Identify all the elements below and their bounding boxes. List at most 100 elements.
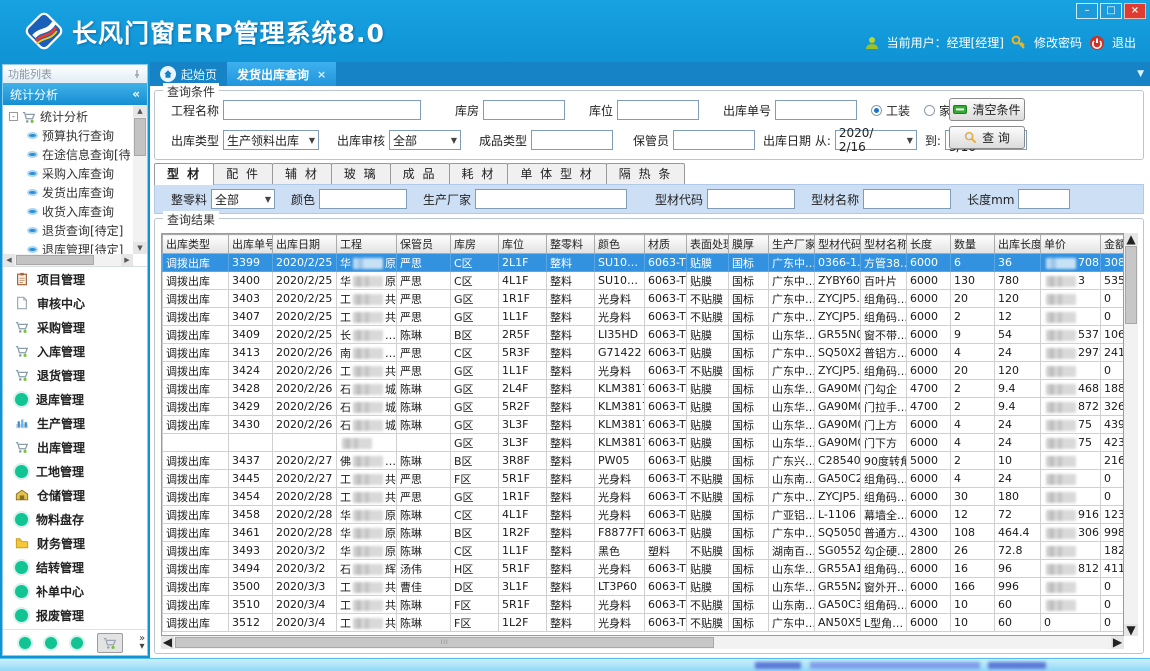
sidebar-module[interactable]: 结转管理 xyxy=(3,555,147,579)
table-row[interactable]: 调拨出库34092020/2/25长…陈琳B区2R5F整料LI35HD6063-… xyxy=(163,326,1125,344)
scroll-left-icon[interactable]: ◀ xyxy=(161,636,174,649)
statistics-module-button[interactable] xyxy=(97,633,123,653)
grid-vertical-scrollbar[interactable]: ▲ ▼ xyxy=(1124,233,1138,636)
warehouse-input[interactable] xyxy=(483,100,565,120)
section-header-statistics[interactable]: 统计分析 « xyxy=(3,83,147,105)
column-header[interactable]: 数量 xyxy=(951,235,995,254)
sidebar-module[interactable]: 工地管理 xyxy=(3,459,147,483)
column-header[interactable]: 单价 xyxy=(1041,235,1101,254)
column-header[interactable]: 保管员 xyxy=(397,235,451,254)
sidebar-module[interactable]: 项目管理 xyxy=(3,267,147,291)
sidebar-module[interactable]: 报废管理 xyxy=(3,603,147,627)
tree-item[interactable]: 退库管理[待定] xyxy=(3,240,133,254)
column-header[interactable]: 膜厚 xyxy=(729,235,769,254)
material-tab[interactable]: 单 体 型 材 xyxy=(507,163,606,184)
scrollbar-thumb[interactable] xyxy=(1125,246,1137,324)
scroll-right-icon[interactable]: ▶ xyxy=(121,254,133,266)
project-name-input[interactable] xyxy=(223,100,421,120)
module-dot-icon[interactable] xyxy=(19,637,31,649)
column-header[interactable]: 工程 xyxy=(337,235,397,254)
table-row[interactable]: 调拨出库34242020/2/26工共工程严思G区1L1F整料光身料6063-T… xyxy=(163,362,1125,380)
scrollbar-thumb[interactable] xyxy=(134,118,146,156)
tree-vertical-scrollbar[interactable]: ▲ ▼ xyxy=(133,105,147,254)
table-row[interactable]: 调拨出库34452020/2/27工共工程严思F区5R1F整料光身料6063-T… xyxy=(163,470,1125,488)
table-row[interactable]: 调拨出库34932020/3/2华原…陈琳C区1L1F整料黑色塑料不贴膜国标湖南… xyxy=(163,542,1125,560)
scroll-down-icon[interactable]: ▼ xyxy=(133,242,147,254)
column-header[interactable]: 生产厂家 xyxy=(769,235,815,254)
column-header[interactable]: 表面处理 xyxy=(687,235,729,254)
column-header[interactable]: 长度 xyxy=(907,235,951,254)
column-header[interactable]: 库位 xyxy=(499,235,547,254)
tab-list-dropdown-icon[interactable]: ▼ xyxy=(1137,69,1144,79)
module-dot-icon[interactable] xyxy=(71,637,83,649)
table-row[interactable]: 调拨出库34942020/3/2石辉城汤伟H区5R1F整料光身料6063-T5贴… xyxy=(163,560,1125,578)
table-row[interactable]: 调拨出库34372020/2/27佛…陈琳B区3R8F整料PW056063-T5… xyxy=(163,452,1125,470)
logout-link[interactable]: 退出 xyxy=(1112,34,1136,51)
grid-horizontal-scrollbar[interactable]: ◀ III ▶ xyxy=(161,636,1124,649)
column-header[interactable]: 型材名称 xyxy=(861,235,907,254)
column-header[interactable]: 型材代码 xyxy=(815,235,861,254)
column-header[interactable]: 整零料 xyxy=(547,235,595,254)
clear-conditions-button[interactable]: 清空条件 xyxy=(949,98,1025,121)
sidebar-module[interactable]: 补单中心 xyxy=(3,579,147,603)
column-header[interactable]: 出库类型 xyxy=(163,235,229,254)
keeper-input[interactable] xyxy=(673,130,755,150)
column-header[interactable]: 颜色 xyxy=(595,235,645,254)
material-tab[interactable]: 辅 材 xyxy=(272,163,332,184)
tree-expander-icon[interactable]: - xyxy=(9,112,18,121)
material-tab[interactable]: 配 件 xyxy=(213,163,273,184)
manufacturer-input[interactable] xyxy=(475,189,627,209)
pin-icon[interactable] xyxy=(132,69,142,79)
material-tab[interactable]: 型 材 xyxy=(154,163,214,185)
collapse-icon[interactable]: « xyxy=(132,87,140,101)
scroll-down-icon[interactable]: ▼ xyxy=(1124,624,1138,636)
location-input[interactable] xyxy=(617,100,699,120)
table-row[interactable]: 调拨出库34032020/2/25工共工程严思G区1R1F整料光身料6063-T… xyxy=(163,290,1125,308)
profile-code-input[interactable] xyxy=(707,189,795,209)
table-row[interactable]: 调拨出库34282020/2/26石城陈琳G区2L4F整料KLM38176063… xyxy=(163,380,1125,398)
table-row[interactable]: 调拨出库34582020/2/28华原…陈琳C区4L1F整料光身料6063-T5… xyxy=(163,506,1125,524)
table-row[interactable]: 调拨出库34132020/2/26南…严思C区5R3F整料G714226063-… xyxy=(163,344,1125,362)
tree-item[interactable]: 发货出库查询 xyxy=(3,183,133,202)
scroll-left-icon[interactable]: ◀ xyxy=(3,254,15,266)
product-type-input[interactable] xyxy=(531,130,613,150)
table-row[interactable]: 调拨出库33992020/2/25华原…严思C区2L1F整料SU10…6063-… xyxy=(163,254,1125,272)
more-modules-button[interactable]: »▾ xyxy=(139,635,145,651)
date-from-select[interactable]: 2020/ 2/16▼ xyxy=(835,130,917,150)
module-dot-icon[interactable] xyxy=(45,637,57,649)
table-row[interactable]: 调拨出库34302020/2/26石城陈琳G区3L3F整料KLM38176063… xyxy=(163,416,1125,434)
column-header[interactable]: 金额 xyxy=(1101,235,1125,254)
scroll-up-icon[interactable]: ▲ xyxy=(1124,233,1138,245)
profile-name-input[interactable] xyxy=(863,189,951,209)
table-row[interactable]: 调拨出库34002020/2/25华原…严思C区4L1F整料SU10…6063-… xyxy=(163,272,1125,290)
length-input[interactable] xyxy=(1018,189,1070,209)
column-header[interactable]: 出库单号 xyxy=(229,235,273,254)
outbound-type-select[interactable]: 生产领料出库▼ xyxy=(223,130,319,150)
change-password-link[interactable]: 修改密码 xyxy=(1034,34,1082,51)
minimize-button[interactable]: – xyxy=(1076,3,1098,19)
search-button[interactable]: 查 询 xyxy=(949,126,1025,149)
scrollbar-thumb[interactable] xyxy=(16,255,94,265)
tree-item[interactable]: 预算执行查询 xyxy=(3,126,133,145)
table-row[interactable]: 调拨出库34072020/2/25工共工程严思G区1L1F整料光身料6063-T… xyxy=(163,308,1125,326)
sidebar-module[interactable]: 采购管理 xyxy=(3,315,147,339)
column-header[interactable]: 材质 xyxy=(645,235,687,254)
tree-item[interactable]: 收货入库查询 xyxy=(3,202,133,221)
table-row[interactable]: 调拨出库34612020/2/28华原…陈琳B区1R2F整料F8877FT606… xyxy=(163,524,1125,542)
table-row[interactable]: G区3L3F整料KLM38176063-T5贴膜国标山东华…GA90M09…门下… xyxy=(163,434,1125,452)
material-tab[interactable]: 成 品 xyxy=(390,163,450,184)
table-row[interactable]: 调拨出库34542020/2/28工共工程严思G区1R1F整料光身料6063-T… xyxy=(163,488,1125,506)
scroll-up-icon[interactable]: ▲ xyxy=(133,105,147,117)
table-row[interactable]: 调拨出库35122020/3/4工共工程陈琳F区1L2F整料光身料6063-T5… xyxy=(163,614,1125,632)
audit-select[interactable]: 全部▼ xyxy=(389,130,461,150)
tree-item[interactable]: 退货查询[待定] xyxy=(3,221,133,240)
column-header[interactable]: 出库长度 xyxy=(995,235,1041,254)
maximize-button[interactable]: □ xyxy=(1100,3,1122,19)
whole-piece-select[interactable]: 全部▼ xyxy=(211,189,275,209)
sidebar-module[interactable]: 仓储管理 xyxy=(3,483,147,507)
table-row[interactable]: 调拨出库35002020/3/3工共工程曹佳D区3L1F整料LT3P606063… xyxy=(163,578,1125,596)
sidebar-module[interactable]: 物料盘存 xyxy=(3,507,147,531)
column-header[interactable]: 库房 xyxy=(451,235,499,254)
tab-shipping-outbound-query[interactable]: 发货出库查询 × xyxy=(227,62,336,86)
tree-root[interactable]: - 统计分析 xyxy=(3,107,133,126)
